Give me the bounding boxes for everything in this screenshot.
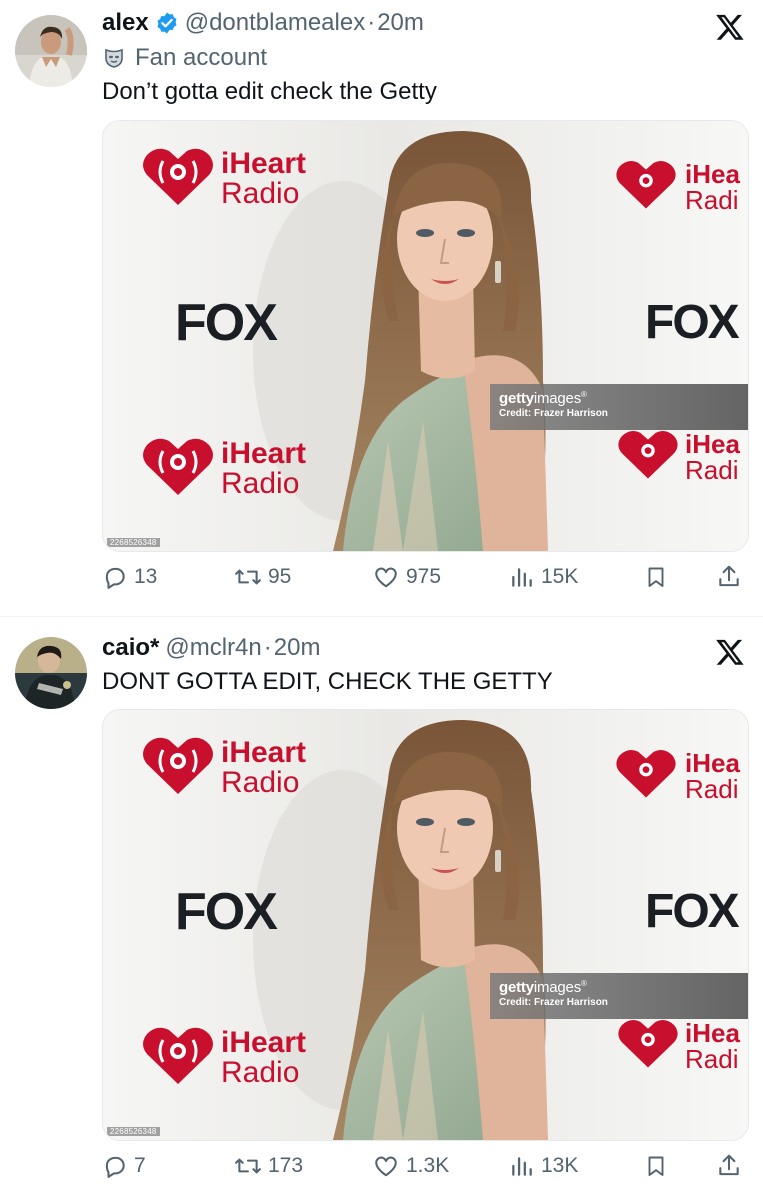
like-count: 975 xyxy=(406,565,442,588)
account-label-text: Fan account xyxy=(135,44,268,71)
sponsor-line-2: Radio xyxy=(221,1056,300,1089)
iheart-icon xyxy=(143,737,213,794)
views-button[interactable]: 13K xyxy=(509,1153,578,1179)
sponsor-line-2: Radi xyxy=(685,774,739,804)
tweet-timestamp[interactable]: 20m xyxy=(274,634,321,662)
bookmark-button[interactable] xyxy=(644,1153,668,1179)
author-handle[interactable]: @dontblamealex xyxy=(185,9,365,37)
reply-button[interactable]: 7 xyxy=(102,1153,146,1179)
tweet-actions: 13 95 975 15K xyxy=(102,564,747,594)
x-logo-icon xyxy=(715,637,745,672)
verified-badge-icon xyxy=(155,11,179,35)
sponsor-line-1: iHeart xyxy=(221,437,307,470)
sponsor-line-1: iHea xyxy=(685,1018,740,1048)
iheart-icon xyxy=(618,430,678,479)
bookmark-icon xyxy=(648,567,664,587)
fox-logo: FOX xyxy=(645,885,740,938)
reply-button[interactable]: 13 xyxy=(102,564,157,590)
iheart-icon xyxy=(143,148,213,205)
like-count: 1.3K xyxy=(406,1154,450,1177)
share-button[interactable] xyxy=(716,564,742,590)
bookmark-button[interactable] xyxy=(644,564,668,590)
like-button[interactable]: 975 xyxy=(372,564,441,590)
tweet-text: DONT GOTTA EDIT, CHECK THE GETTY xyxy=(102,668,553,695)
sponsor-line-1: iHeart xyxy=(221,147,307,180)
image-id: 2268526348 xyxy=(107,1127,160,1136)
author-name[interactable]: alex xyxy=(102,9,149,37)
iheart-icon xyxy=(616,749,676,798)
watermark-registered: ® xyxy=(581,979,587,988)
views-icon xyxy=(512,568,532,587)
sponsor-line-2: Radi xyxy=(685,185,739,215)
repost-count: 95 xyxy=(268,565,292,588)
watermark-brand-suffix: images xyxy=(533,390,581,407)
watermark-registered: ® xyxy=(581,390,587,399)
reply-count: 13 xyxy=(134,565,158,588)
getty-watermark: gettyimages® Credit: Frazer Harrison xyxy=(490,973,748,1019)
tweet-photo[interactable]: iHeart Radio FOX iHeart Radio iHea Radi … xyxy=(102,709,749,1141)
sponsor-line-2: Radio xyxy=(221,177,300,210)
sponsor-line-1: iHeart xyxy=(221,1026,307,1059)
views-count: 13K xyxy=(541,1154,579,1177)
header-separator: · xyxy=(263,634,272,661)
iheart-icon xyxy=(143,438,213,495)
sponsor-line-1: iHea xyxy=(685,159,740,189)
header-separator: · xyxy=(367,9,376,36)
watermark-brand-suffix: images xyxy=(533,979,581,996)
author-avatar[interactable] xyxy=(15,15,87,87)
tweet-photo[interactable]: iHeart Radio FOX iHeart Radio iHea Radi … xyxy=(102,120,749,552)
like-button[interactable]: 1.3K xyxy=(372,1153,449,1179)
views-button[interactable]: 15K xyxy=(509,564,578,590)
fox-logo: FOX xyxy=(645,296,740,349)
iheart-icon xyxy=(618,1019,678,1068)
watermark-credit: Credit: Frazer Harrison xyxy=(499,408,608,419)
getty-watermark: gettyimages® Credit: Frazer Harrison xyxy=(490,384,748,430)
share-button[interactable] xyxy=(716,1153,742,1179)
tweet-header: caio* @mclr4n · 20m xyxy=(102,634,320,662)
repost-icon xyxy=(235,569,261,585)
reply-icon xyxy=(105,1156,125,1178)
tweet-header: alex @dontblamealex · 20m xyxy=(102,9,424,37)
reply-icon xyxy=(105,567,125,589)
reply-count: 7 xyxy=(134,1154,146,1177)
sponsor-line-2: Radi xyxy=(685,455,739,485)
repost-button[interactable]: 95 xyxy=(234,564,291,590)
share-icon xyxy=(719,1154,739,1176)
iheart-icon xyxy=(143,1027,213,1084)
views-icon xyxy=(512,1157,532,1176)
views-count: 15K xyxy=(541,565,579,588)
author-handle[interactable]: @mclr4n xyxy=(165,634,261,662)
sponsor-line-1: iHeart xyxy=(221,736,307,769)
sponsor-line-1: iHea xyxy=(685,748,740,778)
mask-icon xyxy=(103,47,125,69)
x-logo-icon xyxy=(715,12,745,47)
tweet-2[interactable]: caio* @mclr4n · 20m DONT GOTTA EDIT, CHE… xyxy=(0,617,763,1200)
repost-count: 173 xyxy=(268,1154,304,1177)
author-name[interactable]: caio* xyxy=(102,634,159,662)
bookmark-icon xyxy=(648,1156,664,1176)
sponsor-line-2: Radio xyxy=(221,766,300,799)
sponsor-line-1: iHea xyxy=(685,429,740,459)
sponsor-line-2: Radi xyxy=(685,1044,739,1074)
repost-icon xyxy=(235,1158,261,1174)
iheart-icon xyxy=(616,160,676,209)
fox-logo: FOX xyxy=(175,883,278,941)
sponsor-line-2: Radio xyxy=(221,467,300,500)
author-avatar[interactable] xyxy=(15,637,87,709)
watermark-brand: getty xyxy=(499,390,534,407)
like-icon xyxy=(375,567,397,588)
share-icon xyxy=(719,565,739,587)
tweet-text: Don’t gotta edit check the Getty xyxy=(102,78,437,105)
fox-logo: FOX xyxy=(175,294,278,352)
watermark-credit: Credit: Frazer Harrison xyxy=(499,997,608,1008)
image-id: 2268526348 xyxy=(107,538,160,547)
tweet-1[interactable]: alex @dontblamealex · 20m Fan account Do… xyxy=(0,0,763,615)
tweet-actions: 7 173 1.3K 13K xyxy=(102,1153,747,1183)
watermark-brand: getty xyxy=(499,979,534,996)
account-label[interactable]: Fan account xyxy=(103,44,267,72)
tweet-timestamp[interactable]: 20m xyxy=(377,9,424,37)
like-icon xyxy=(375,1156,397,1177)
repost-button[interactable]: 173 xyxy=(234,1153,303,1179)
